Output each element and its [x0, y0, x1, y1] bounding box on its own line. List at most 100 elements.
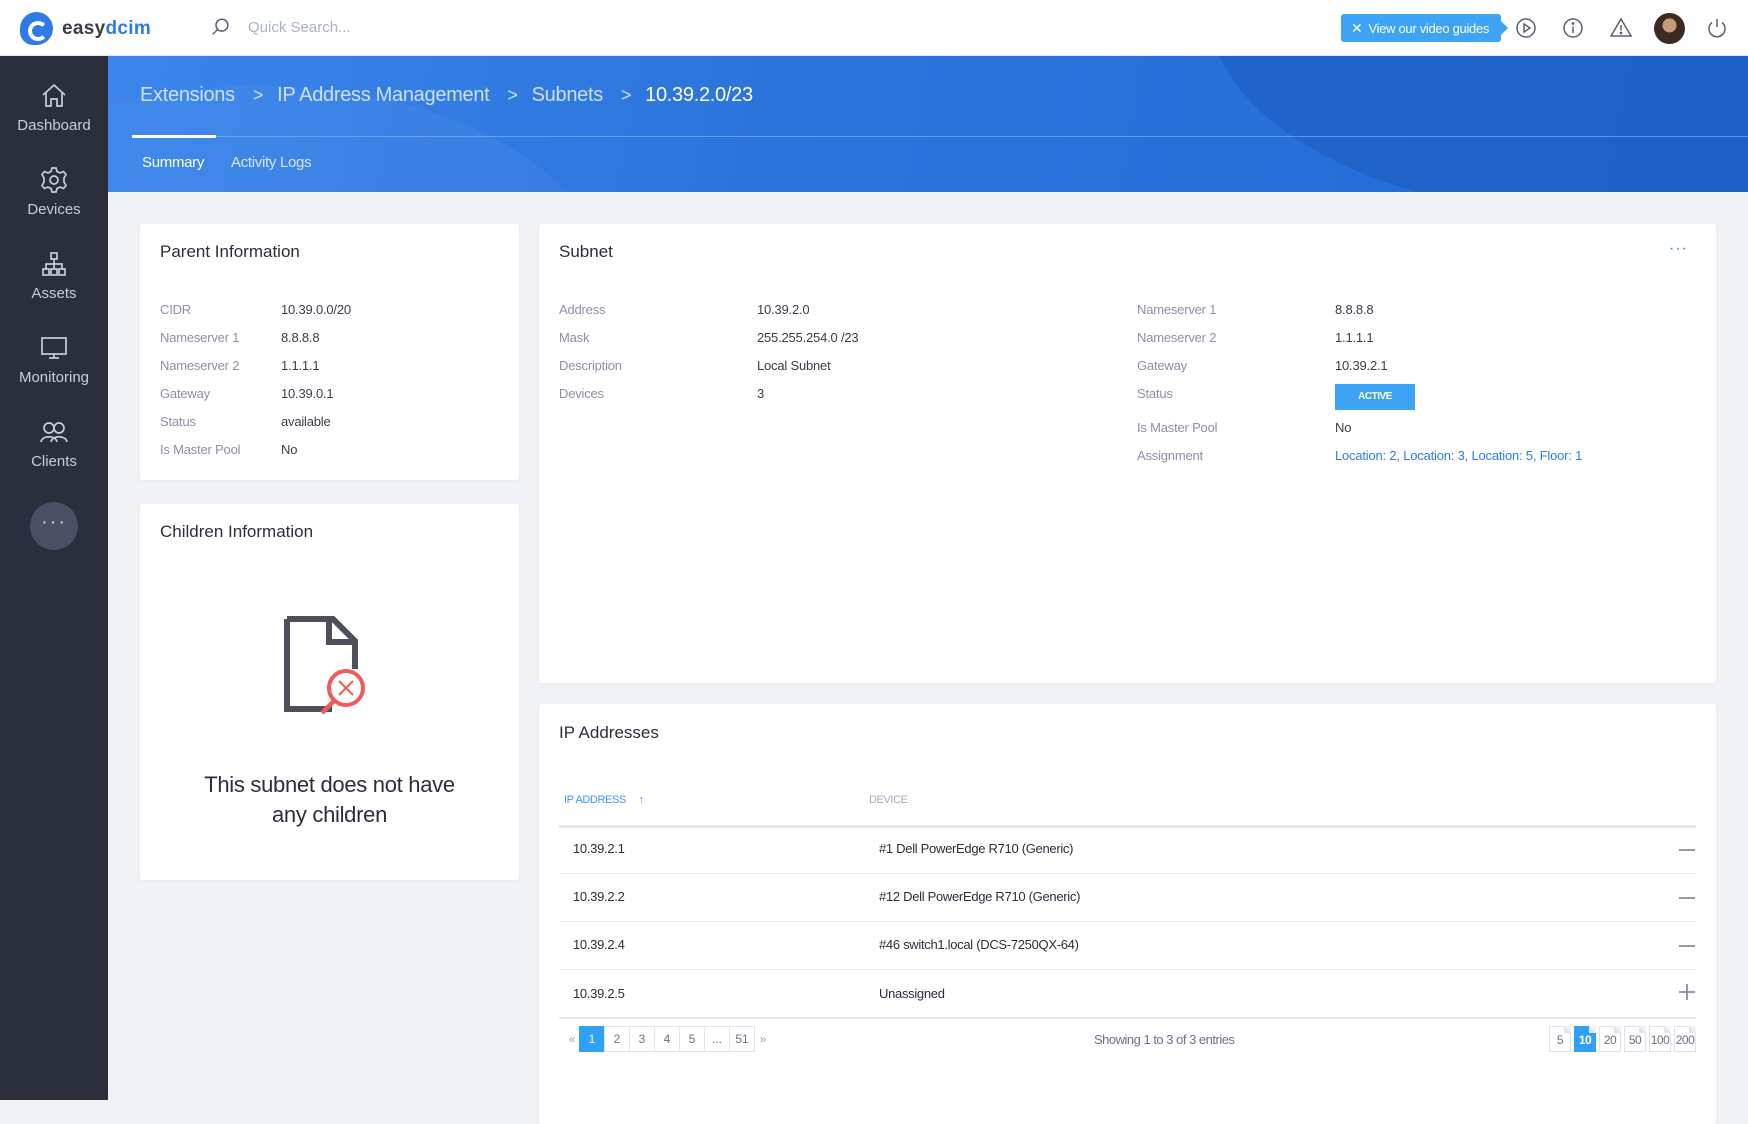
breadcrumb-ipam[interactable]: IP Address Management — [277, 84, 490, 107]
sidebar-item-devices[interactable]: Devices — [0, 165, 108, 218]
children-information-card: Children Information This subnet does no… — [140, 504, 519, 880]
field-label: Assignment — [1137, 448, 1203, 463]
cell-ip: 10.39.2.4 — [573, 937, 625, 952]
field-label: Nameserver 1 — [160, 330, 240, 345]
field-value: 10.39.0.0/20 — [281, 302, 351, 317]
sidebar-item-label: Assets — [31, 285, 77, 302]
field-value: 10.39.0.1 — [281, 386, 334, 401]
more-button[interactable]: ··· — [30, 502, 78, 550]
cell-ip: 10.39.2.1 — [573, 841, 625, 856]
banner-decoration — [1208, 56, 1748, 192]
card-title: Subnet — [559, 242, 613, 261]
pagination-prev[interactable]: « — [564, 1032, 580, 1046]
logo[interactable]: easydcim — [20, 12, 151, 45]
field-label: Nameserver 2 — [1137, 330, 1217, 345]
card-title: IP Addresses — [559, 723, 659, 742]
pagination-next[interactable]: » — [755, 1032, 771, 1046]
breadcrumb-subnets[interactable]: Subnets — [532, 84, 604, 107]
breadcrumb-extensions[interactable]: Extensions — [140, 84, 235, 107]
video-guides-tooltip[interactable]: ✕ View our video guides — [1341, 14, 1509, 42]
field-value: 1.1.1.1 — [281, 358, 320, 373]
card-title: Children Information — [160, 522, 314, 541]
field-label: Nameserver 2 — [160, 358, 240, 373]
field-label: Description — [559, 358, 622, 373]
column-header-ip-address[interactable]: IP ADDRESS ↑ — [564, 794, 644, 806]
field-label: Address — [559, 302, 606, 317]
cell-device[interactable]: #46 switch1.local (DCS-7250QX-64) — [879, 937, 1079, 952]
info-icon[interactable] — [1561, 16, 1585, 40]
field-value: Local Subnet — [757, 358, 831, 373]
page-size-selector: 5 10 20 50 100 200 — [1546, 1026, 1696, 1052]
sidebar-item-monitoring[interactable]: Monitoring — [0, 333, 108, 386]
breadcrumb-current: 10.39.2.0/23 — [645, 84, 753, 106]
page-size-option[interactable]: 100 — [1649, 1026, 1671, 1052]
empty-state-line: This subnet does not have — [204, 772, 455, 797]
page-button[interactable]: 51 — [729, 1026, 755, 1052]
field-label: Devices — [559, 386, 604, 401]
column-header-device[interactable]: DEVICE — [869, 794, 908, 806]
page-ellipsis: ... — [704, 1026, 730, 1052]
tab-summary[interactable]: Summary — [142, 154, 204, 171]
page-button[interactable]: 3 — [629, 1026, 655, 1052]
active-tab-indicator — [132, 135, 216, 138]
page-size-option[interactable]: 50 — [1624, 1026, 1646, 1052]
sidebar-item-label: Devices — [27, 201, 81, 218]
monitor-icon — [41, 337, 67, 359]
tab-activity-logs[interactable]: Activity Logs — [231, 154, 312, 171]
page-button[interactable]: 2 — [604, 1026, 630, 1052]
field-value: 1.1.1.1 — [1335, 330, 1374, 345]
sidebar-item-label: Clients — [31, 453, 77, 470]
close-icon[interactable]: ✕ — [1351, 20, 1363, 37]
remove-icon[interactable] — [1678, 889, 1696, 907]
page-button[interactable]: 1 — [579, 1026, 605, 1052]
empty-state-line: any children — [271, 802, 388, 827]
empty-state-message: This subnet does not have any children — [140, 770, 519, 830]
search-input[interactable] — [248, 18, 448, 36]
sidebar-item-label: Dashboard — [17, 117, 91, 134]
cell-ip: 10.39.2.5 — [573, 986, 625, 1001]
field-value: 255.255.254.0 /23 — [757, 330, 859, 345]
field-label: Gateway — [160, 386, 210, 401]
breadcrumb: Extensions > IP Address Management > Sub… — [140, 84, 753, 107]
no-results-document-icon — [284, 616, 365, 715]
field-value: 8.8.8.8 — [1335, 302, 1374, 317]
field-label: Gateway — [1137, 358, 1187, 373]
page-size-option[interactable]: 5 — [1549, 1026, 1571, 1052]
field-label: Is Master Pool — [160, 442, 241, 457]
avatar[interactable] — [1654, 13, 1685, 44]
page-button[interactable]: 4 — [654, 1026, 680, 1052]
field-value: No — [281, 442, 298, 457]
remove-icon[interactable] — [1678, 841, 1696, 859]
row-divider — [559, 921, 1696, 922]
page-size-option[interactable]: 200 — [1674, 1026, 1696, 1052]
cell-device[interactable]: #1 Dell PowerEdge R710 (Generic) — [879, 841, 1073, 856]
warning-icon[interactable] — [1609, 16, 1633, 40]
cell-device[interactable]: #12 Dell PowerEdge R710 (Generic) — [879, 889, 1080, 904]
page-size-option[interactable]: 10 — [1574, 1026, 1596, 1052]
tab-divider — [132, 136, 1748, 137]
sidebar-item-dashboard[interactable]: Dashboard — [0, 81, 108, 134]
row-divider — [559, 873, 1696, 874]
assignment-link[interactable]: Location: 2, Location: 3, Location: 5, F… — [1335, 448, 1582, 463]
chevron-right-icon: > — [252, 85, 264, 105]
field-value: 8.8.8.8 — [281, 330, 320, 345]
search-icon[interactable] — [210, 16, 232, 38]
sidebar: Dashboard Devices Assets Monitoring Clie… — [0, 56, 108, 1100]
field-value: 10.39.2.1 — [1335, 358, 1388, 373]
field-label: CIDR — [160, 302, 191, 317]
video-guides-label: View our video guides — [1368, 20, 1490, 36]
power-icon[interactable] — [1705, 16, 1729, 40]
field-label: Nameserver 1 — [1137, 302, 1217, 317]
sidebar-item-clients[interactable]: Clients — [0, 417, 108, 470]
remove-icon[interactable] — [1678, 937, 1696, 955]
top-bar: easydcim ✕ View our video guides — [0, 0, 1748, 56]
play-circle-icon[interactable] — [1514, 16, 1538, 40]
sidebar-item-assets[interactable]: Assets — [0, 249, 108, 302]
more-options-icon[interactable]: ··· — [1669, 240, 1688, 258]
page-button[interactable]: 5 — [679, 1026, 705, 1052]
page-size-option[interactable]: 20 — [1599, 1026, 1621, 1052]
sitemap-icon — [42, 252, 66, 276]
table-header-divider — [559, 825, 1696, 828]
cell-ip: 10.39.2.2 — [573, 889, 625, 904]
add-icon[interactable] — [1678, 983, 1696, 1001]
